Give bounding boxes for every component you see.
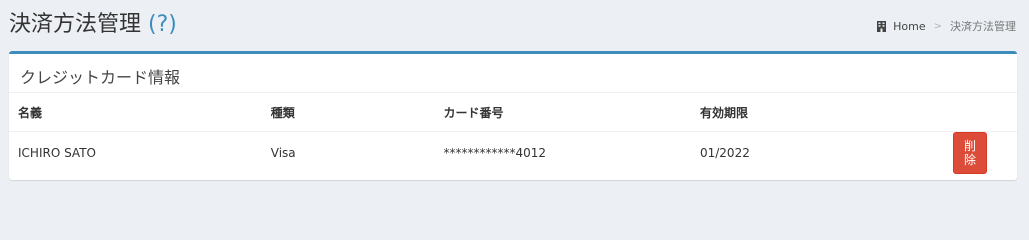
- column-header-expiry: 有効期限: [690, 93, 944, 132]
- cell-card-holder: ICHIRO SATO: [18, 146, 96, 160]
- cell-action: 削除: [944, 132, 1017, 174]
- help-close-paren: ): [168, 12, 177, 37]
- cell-expiry: 01/2022: [699, 146, 750, 160]
- table-header-row: 名義 種類 カード番号 有効期限: [9, 93, 1017, 132]
- content-header: 決済方法管理 (?) Home > 決済方法管理: [0, 0, 1029, 50]
- delete-button[interactable]: 削除: [952, 132, 987, 174]
- building-icon: [877, 20, 887, 32]
- column-header-action: [943, 93, 1017, 132]
- credit-card-box: クレジットカード情報 名義 種類 カード番号 有効期限 ICHIRO SATO …: [9, 51, 1017, 180]
- column-header-type: 種類: [261, 93, 435, 132]
- cell-card-number: ************4012: [443, 146, 547, 160]
- box-header: クレジットカード情報: [9, 54, 1017, 93]
- breadcrumb-separator: >: [933, 20, 942, 32]
- breadcrumb-current: 決済方法管理: [950, 20, 1016, 33]
- breadcrumb-home-link[interactable]: Home: [893, 20, 925, 33]
- help-open-paren: (: [148, 12, 157, 37]
- table-row: ICHIRO SATO Visa ************4012 01/202…: [9, 132, 1017, 174]
- credit-card-table: 名義 種類 カード番号 有効期限 ICHIRO SATO Visa ******…: [9, 93, 1017, 174]
- column-header-name: 名義: [9, 93, 262, 132]
- page-title: 決済方法管理 (?): [9, 6, 177, 38]
- cell-card-type: Visa: [270, 146, 296, 160]
- column-header-card-number: カード番号: [434, 93, 691, 132]
- box-title: クレジットカード情報: [20, 68, 181, 87]
- breadcrumb: Home > 決済方法管理: [877, 18, 1016, 34]
- page-title-text: 決済方法管理: [9, 12, 142, 37]
- help-link[interactable]: ?: [157, 12, 169, 37]
